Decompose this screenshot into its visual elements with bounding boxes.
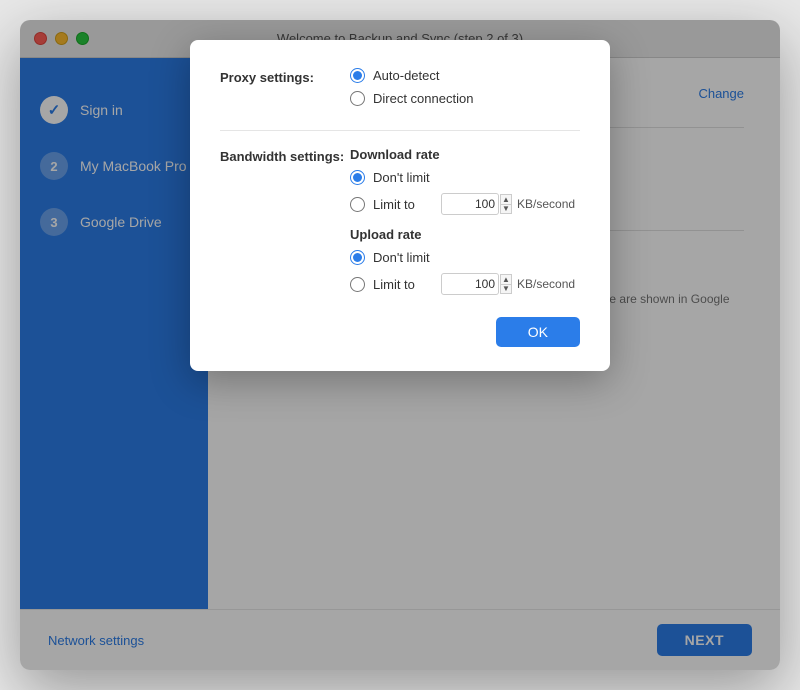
- ul-limit-radio[interactable]: [350, 277, 365, 292]
- dl-spin-arrows: ▲ ▼: [500, 194, 512, 214]
- dl-limit-radio[interactable]: [350, 197, 365, 212]
- ul-spin-up[interactable]: ▲: [500, 274, 512, 284]
- direct-radio[interactable]: [350, 91, 365, 106]
- ul-spin-wrapper: ▲ ▼: [433, 273, 512, 295]
- ul-limit-label: Limit to: [373, 277, 433, 292]
- bandwidth-settings-row: Bandwidth settings: Download rate Don't …: [220, 147, 580, 303]
- modal-ok-row: OK: [220, 317, 580, 347]
- ul-no-limit-label: Don't limit: [373, 250, 430, 265]
- direct-connection-option[interactable]: Direct connection: [350, 91, 580, 106]
- direct-label: Direct connection: [373, 91, 473, 106]
- ok-button[interactable]: OK: [496, 317, 580, 347]
- settings-modal: Proxy settings: Auto-detect Direct conne…: [190, 40, 610, 371]
- ul-limit-row: Limit to ▲ ▼ KB/second: [350, 273, 580, 295]
- proxy-options: Auto-detect Direct connection: [350, 68, 580, 114]
- ul-spin-arrows: ▲ ▼: [500, 274, 512, 294]
- ul-no-limit-radio[interactable]: [350, 250, 365, 265]
- upload-section-title: Upload rate: [350, 227, 580, 242]
- dl-spin-up[interactable]: ▲: [500, 194, 512, 204]
- dl-spin-wrapper: ▲ ▼: [433, 193, 512, 215]
- dl-no-limit-label: Don't limit: [373, 170, 430, 185]
- ul-no-limit-option[interactable]: Don't limit: [350, 250, 580, 265]
- dl-no-limit-radio[interactable]: [350, 170, 365, 185]
- dl-limit-input[interactable]: [441, 193, 499, 215]
- proxy-settings-row: Proxy settings: Auto-detect Direct conne…: [220, 68, 580, 114]
- modal-divider-1: [220, 130, 580, 131]
- dl-unit: KB/second: [517, 197, 575, 211]
- dl-no-limit-option[interactable]: Don't limit: [350, 170, 580, 185]
- modal-overlay: Proxy settings: Auto-detect Direct conne…: [20, 20, 780, 670]
- auto-detect-option[interactable]: Auto-detect: [350, 68, 580, 83]
- app-window: Welcome to Backup and Sync (step 2 of 3)…: [20, 20, 780, 670]
- ul-unit: KB/second: [517, 277, 575, 291]
- auto-detect-radio[interactable]: [350, 68, 365, 83]
- bandwidth-content: Download rate Don't limit Limit to ▲ ▼: [350, 147, 580, 303]
- auto-detect-label: Auto-detect: [373, 68, 440, 83]
- download-section-title: Download rate: [350, 147, 580, 162]
- bandwidth-label: Bandwidth settings:: [220, 147, 350, 164]
- dl-limit-row: Limit to ▲ ▼ KB/second: [350, 193, 580, 215]
- ul-limit-input[interactable]: [441, 273, 499, 295]
- dl-spin-down[interactable]: ▼: [500, 204, 512, 214]
- dl-limit-label: Limit to: [373, 197, 433, 212]
- proxy-label: Proxy settings:: [220, 68, 350, 85]
- ul-spin-down[interactable]: ▼: [500, 284, 512, 294]
